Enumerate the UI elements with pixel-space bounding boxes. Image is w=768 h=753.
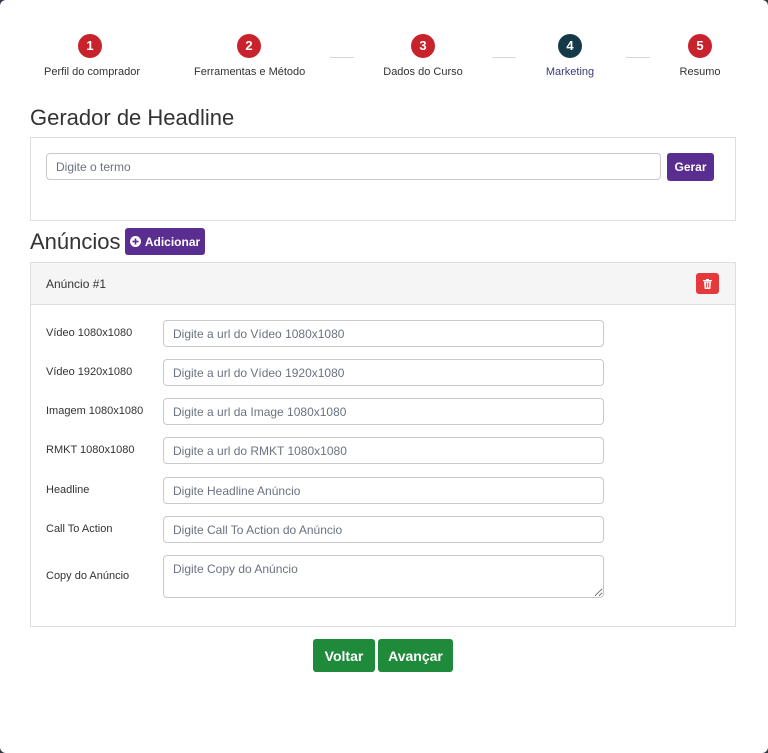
step-number: 5 — [688, 34, 712, 58]
video-1920x1080-url-input[interactable] — [163, 359, 604, 386]
trash-icon — [703, 278, 712, 289]
step-label: Ferramentas e Método — [194, 66, 306, 78]
step-number: 3 — [411, 34, 435, 58]
step-connector — [626, 57, 650, 58]
step-number: 1 — [78, 34, 102, 58]
ad-copy-label: Copy do Anúncio — [46, 570, 130, 582]
image-1080x1080-url-input[interactable] — [163, 398, 604, 425]
step-label: Perfil do comprador — [44, 66, 140, 78]
ad-card-header: Anúncio #1 — [31, 263, 735, 305]
rmkt-1080x1080-label: RMKT 1080x1080 — [46, 444, 135, 456]
next-button[interactable]: Avançar — [378, 639, 453, 672]
step-perfil-do-comprador[interactable]: 1 Perfil do comprador — [44, 34, 140, 78]
video-1920x1080-label: Vídeo 1920x1080 — [46, 366, 133, 378]
step-marketing[interactable]: 4 Marketing — [538, 34, 602, 78]
delete-ad-button[interactable] — [696, 273, 719, 294]
step-label: Marketing — [545, 66, 595, 78]
back-button[interactable]: Voltar — [313, 639, 375, 672]
step-connector — [492, 57, 516, 58]
generate-button[interactable]: Gerar — [667, 153, 714, 181]
call-to-action-label: Call To Action — [46, 523, 113, 535]
step-resumo[interactable]: 5 Resumo — [670, 34, 730, 78]
headline-term-input[interactable] — [46, 153, 661, 180]
wizard-page: 1 Perfil do comprador 2 Ferramentas e Mé… — [0, 0, 768, 753]
step-ferramentas-e-metodo[interactable]: 2 Ferramentas e Método — [194, 34, 306, 78]
step-dados-do-curso[interactable]: 3 Dados do Curso — [375, 34, 471, 78]
add-ad-button[interactable]: Adicionar — [125, 228, 205, 255]
step-label: Resumo — [679, 66, 721, 78]
step-number: 4 — [558, 34, 582, 58]
step-number: 2 — [237, 34, 261, 58]
headline-label: Headline — [46, 484, 90, 496]
add-ad-label: Adicionar — [144, 234, 201, 249]
rmkt-1080x1080-url-input[interactable] — [163, 437, 604, 464]
ad-card: Anúncio #1 Vídeo 1080x1080 Vídeo 1920x10… — [30, 262, 736, 627]
stepper: 1 Perfil do comprador 2 Ferramentas e Mé… — [30, 34, 736, 84]
ad-title: Anúncio #1 — [46, 277, 107, 291]
ad-headline-input[interactable] — [163, 477, 604, 504]
video-1080x1080-url-input[interactable] — [163, 320, 604, 347]
plus-circle-icon — [129, 236, 141, 247]
call-to-action-input[interactable] — [163, 516, 604, 543]
ad-copy-textarea[interactable] — [163, 555, 604, 598]
headline-section-title: Gerador de Headline — [30, 105, 235, 130]
step-label: Dados do Curso — [383, 66, 463, 78]
step-connector — [330, 57, 354, 58]
headline-panel: Gerar — [30, 137, 736, 221]
video-1080x1080-label: Vídeo 1080x1080 — [46, 327, 133, 339]
ads-section-title: Anúncios — [30, 229, 121, 254]
image-1080x1080-label: Imagem 1080x1080 — [46, 405, 144, 417]
